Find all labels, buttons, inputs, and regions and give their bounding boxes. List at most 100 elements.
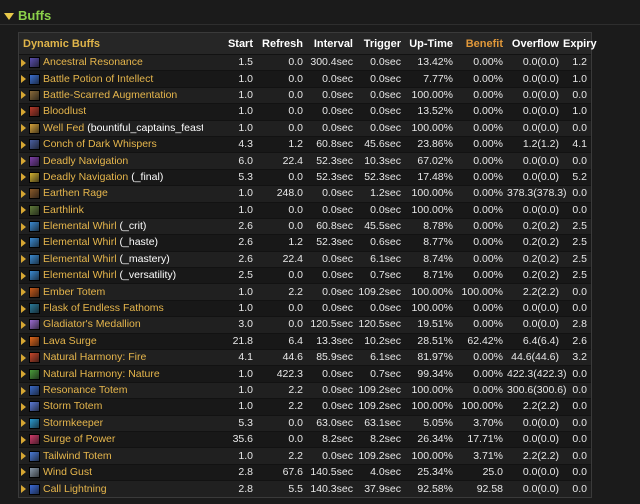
- expand-triangle-icon[interactable]: [21, 173, 26, 182]
- buff-name-link[interactable]: Call Lightning: [43, 482, 107, 497]
- surge-of-power-icon: [29, 434, 40, 446]
- expand-triangle-icon[interactable]: [21, 320, 26, 329]
- buff-name-link[interactable]: Lava Surge: [43, 334, 97, 349]
- buff-row[interactable]: Ember Totem 1.0 2.2 0.0sec 109.2sec 100.00% 10…: [19, 283, 591, 301]
- expand-triangle-icon[interactable]: [21, 140, 26, 149]
- buff-row[interactable]: Battle Potion of Intellect 1.0 0.0 0.0sec 0.…: [19, 70, 591, 88]
- header-start[interactable]: Start: [203, 33, 257, 55]
- expand-triangle-icon[interactable]: [21, 485, 26, 494]
- buff-row[interactable]: Conch of Dark Whispers 4.3 1.2 60.8sec 45.6s…: [19, 135, 591, 153]
- buff-row[interactable]: Flask of Endless Fathoms 1.0 0.0 0.0sec 0.0s…: [19, 299, 591, 317]
- cell-refresh: 22.4: [257, 152, 307, 170]
- buff-name-link[interactable]: Elemental Whirl: [43, 236, 117, 251]
- expand-triangle-icon[interactable]: [21, 304, 26, 313]
- buff-name-link[interactable]: Elemental Whirl: [43, 252, 117, 267]
- expand-triangle-icon[interactable]: [21, 124, 26, 133]
- buff-name-link[interactable]: Storm Totem: [43, 400, 102, 415]
- buff-name-link[interactable]: Tailwind Totem: [43, 449, 112, 464]
- buff-row[interactable]: Deadly Navigation (_final) 5.3 0.0 52.3sec 52…: [19, 168, 591, 186]
- cell-interval: 85.9sec: [307, 349, 357, 366]
- buff-name-link[interactable]: Earthen Rage: [43, 187, 108, 202]
- buffs-section-toggle[interactable]: Buffs: [4, 6, 51, 24]
- expand-triangle-icon[interactable]: [21, 452, 26, 461]
- buff-name-link[interactable]: Flask of Endless Fathoms: [43, 301, 164, 316]
- buff-name-link[interactable]: Surge of Power: [43, 433, 115, 448]
- buff-row[interactable]: Lava Surge 21.8 6.4 13.3sec 10.2sec 28.51% 62.…: [19, 332, 591, 350]
- buff-row[interactable]: Surge of Power 35.6 0.0 8.2sec 8.2sec 26.34% 1…: [19, 430, 591, 448]
- buff-row[interactable]: Gladiator's Medallion 3.0 0.0 120.5sec 120.5…: [19, 316, 591, 334]
- header-interval[interactable]: Interval: [307, 33, 357, 55]
- buff-name-link[interactable]: Battle-Scarred Augmentation: [43, 88, 177, 103]
- buff-name-link[interactable]: Natural Harmony: Fire: [43, 351, 146, 366]
- expand-triangle-icon[interactable]: [21, 255, 26, 264]
- buff-row[interactable]: Wind Gust 2.8 67.6 140.5sec 4.0sec 25.34% 25.0…: [19, 463, 591, 481]
- cell-uptime: 5.05%: [405, 414, 457, 432]
- buff-row[interactable]: Earthlink 1.0 0.0 0.0sec 0.0sec 100.00% 0.00% 0…: [19, 201, 591, 219]
- buff-row[interactable]: Battle-Scarred Augmentation 1.0 0.0 0.0sec 0…: [19, 86, 591, 104]
- buff-row[interactable]: Well Fed (bountiful_captains_feast) 1.0 0.0…: [19, 119, 591, 137]
- buff-row[interactable]: Natural Harmony: Fire 4.1 44.6 85.9sec 6.1se…: [19, 349, 591, 366]
- cell-expiry: 0.0: [563, 414, 591, 432]
- expand-triangle-icon[interactable]: [21, 157, 26, 166]
- expand-triangle-icon[interactable]: [21, 91, 26, 100]
- expand-triangle-icon[interactable]: [21, 222, 26, 231]
- expand-triangle-icon[interactable]: [21, 288, 26, 297]
- buff-row[interactable]: Elemental Whirl (_mastery) 2.6 22.4 0.0sec 6.…: [19, 250, 591, 268]
- buff-name-link[interactable]: Resonance Totem: [43, 383, 127, 398]
- expand-triangle-icon[interactable]: [21, 75, 26, 84]
- buff-row[interactable]: Elemental Whirl (_versatility) 2.5 0.0 0.0se…: [19, 267, 591, 284]
- buff-name-link[interactable]: Well Fed: [43, 121, 84, 136]
- buff-row[interactable]: Elemental Whirl (_haste) 2.6 1.2 52.3sec 0.6s…: [19, 234, 591, 252]
- expand-triangle-icon[interactable]: [21, 370, 26, 379]
- header-refresh[interactable]: Refresh: [257, 33, 307, 55]
- expand-triangle-icon[interactable]: [21, 107, 26, 116]
- buff-row[interactable]: Call Lightning 2.8 5.5 140.3sec 37.9sec 92.58…: [19, 480, 591, 498]
- header-overflow[interactable]: Overflow: [507, 33, 563, 55]
- expand-triangle-icon[interactable]: [21, 386, 26, 395]
- buff-row[interactable]: Natural Harmony: Nature 1.0 422.3 0.0sec 0.7…: [19, 365, 591, 383]
- expand-triangle-icon[interactable]: [21, 58, 26, 67]
- header-dynamic-buffs[interactable]: Dynamic Buffs: [19, 33, 203, 55]
- expand-triangle-icon[interactable]: [21, 206, 26, 215]
- header-benefit[interactable]: Benefit: [457, 33, 507, 55]
- header-uptime[interactable]: Up-Time: [405, 33, 457, 55]
- expand-triangle-icon[interactable]: [21, 238, 26, 247]
- cell-uptime: 100.00%: [405, 283, 457, 301]
- expand-triangle-icon[interactable]: [21, 468, 26, 477]
- buff-row[interactable]: Storm Totem 1.0 2.2 0.0sec 109.2sec 100.00% 10…: [19, 398, 591, 416]
- buff-row[interactable]: Stormkeeper 5.3 0.0 63.0sec 63.1sec 5.05% 3.70…: [19, 414, 591, 432]
- section-title: Buffs: [18, 7, 52, 23]
- buff-name-link[interactable]: Ancestral Resonance: [43, 56, 143, 71]
- expand-triangle-icon[interactable]: [21, 271, 26, 280]
- expand-triangle-icon[interactable]: [21, 353, 26, 362]
- header-expiry[interactable]: Expiry: [563, 33, 597, 55]
- buff-row[interactable]: Earthen Rage 1.0 248.0 0.0sec 1.2sec 100.00% 0…: [19, 185, 591, 203]
- header-trigger[interactable]: Trigger: [357, 33, 405, 55]
- chevron-down-icon[interactable]: [4, 12, 14, 20]
- buff-name-link[interactable]: Deadly Navigation: [43, 170, 128, 185]
- buff-name-link[interactable]: Bloodlust: [43, 105, 86, 120]
- buff-name-link[interactable]: Stormkeeper: [43, 416, 103, 431]
- expand-triangle-icon[interactable]: [21, 337, 26, 346]
- expand-triangle-icon[interactable]: [21, 189, 26, 198]
- buff-row[interactable]: Ancestral Resonance 1.5 0.0 300.4sec 0.0sec 1…: [19, 53, 591, 71]
- buff-row[interactable]: Resonance Totem 1.0 2.2 0.0sec 109.2sec 100.0…: [19, 381, 591, 399]
- buff-name-link[interactable]: Battle Potion of Intellect: [43, 72, 153, 87]
- buff-row[interactable]: Tailwind Totem 1.0 2.2 0.0sec 109.2sec 100.00…: [19, 447, 591, 465]
- expand-triangle-icon[interactable]: [21, 402, 26, 411]
- buff-row[interactable]: Elemental Whirl (_crit) 2.6 0.0 60.8sec 45.5s…: [19, 217, 591, 235]
- buff-name-link[interactable]: Deadly Navigation: [43, 154, 128, 169]
- expand-triangle-icon[interactable]: [21, 419, 26, 428]
- buff-name-link[interactable]: Wind Gust: [43, 465, 92, 480]
- buff-name-link[interactable]: Earthlink: [43, 203, 84, 218]
- expand-triangle-icon[interactable]: [21, 435, 26, 444]
- buff-row[interactable]: Bloodlust 1.0 0.0 0.0sec 0.0sec 13.52% 0.00% 0.…: [19, 103, 591, 121]
- buff-name-link[interactable]: Gladiator's Medallion: [43, 318, 141, 333]
- buff-name-link[interactable]: Natural Harmony: Nature: [43, 367, 160, 382]
- cell-uptime: 17.48%: [405, 168, 457, 186]
- buff-name-link[interactable]: Conch of Dark Whispers: [43, 137, 157, 152]
- buff-name-link[interactable]: Elemental Whirl: [43, 269, 117, 284]
- buff-name-link[interactable]: Elemental Whirl: [43, 219, 117, 234]
- buff-name-link[interactable]: Ember Totem: [43, 285, 105, 300]
- buff-row[interactable]: Deadly Navigation 6.0 22.4 52.3sec 10.3sec 67…: [19, 152, 591, 170]
